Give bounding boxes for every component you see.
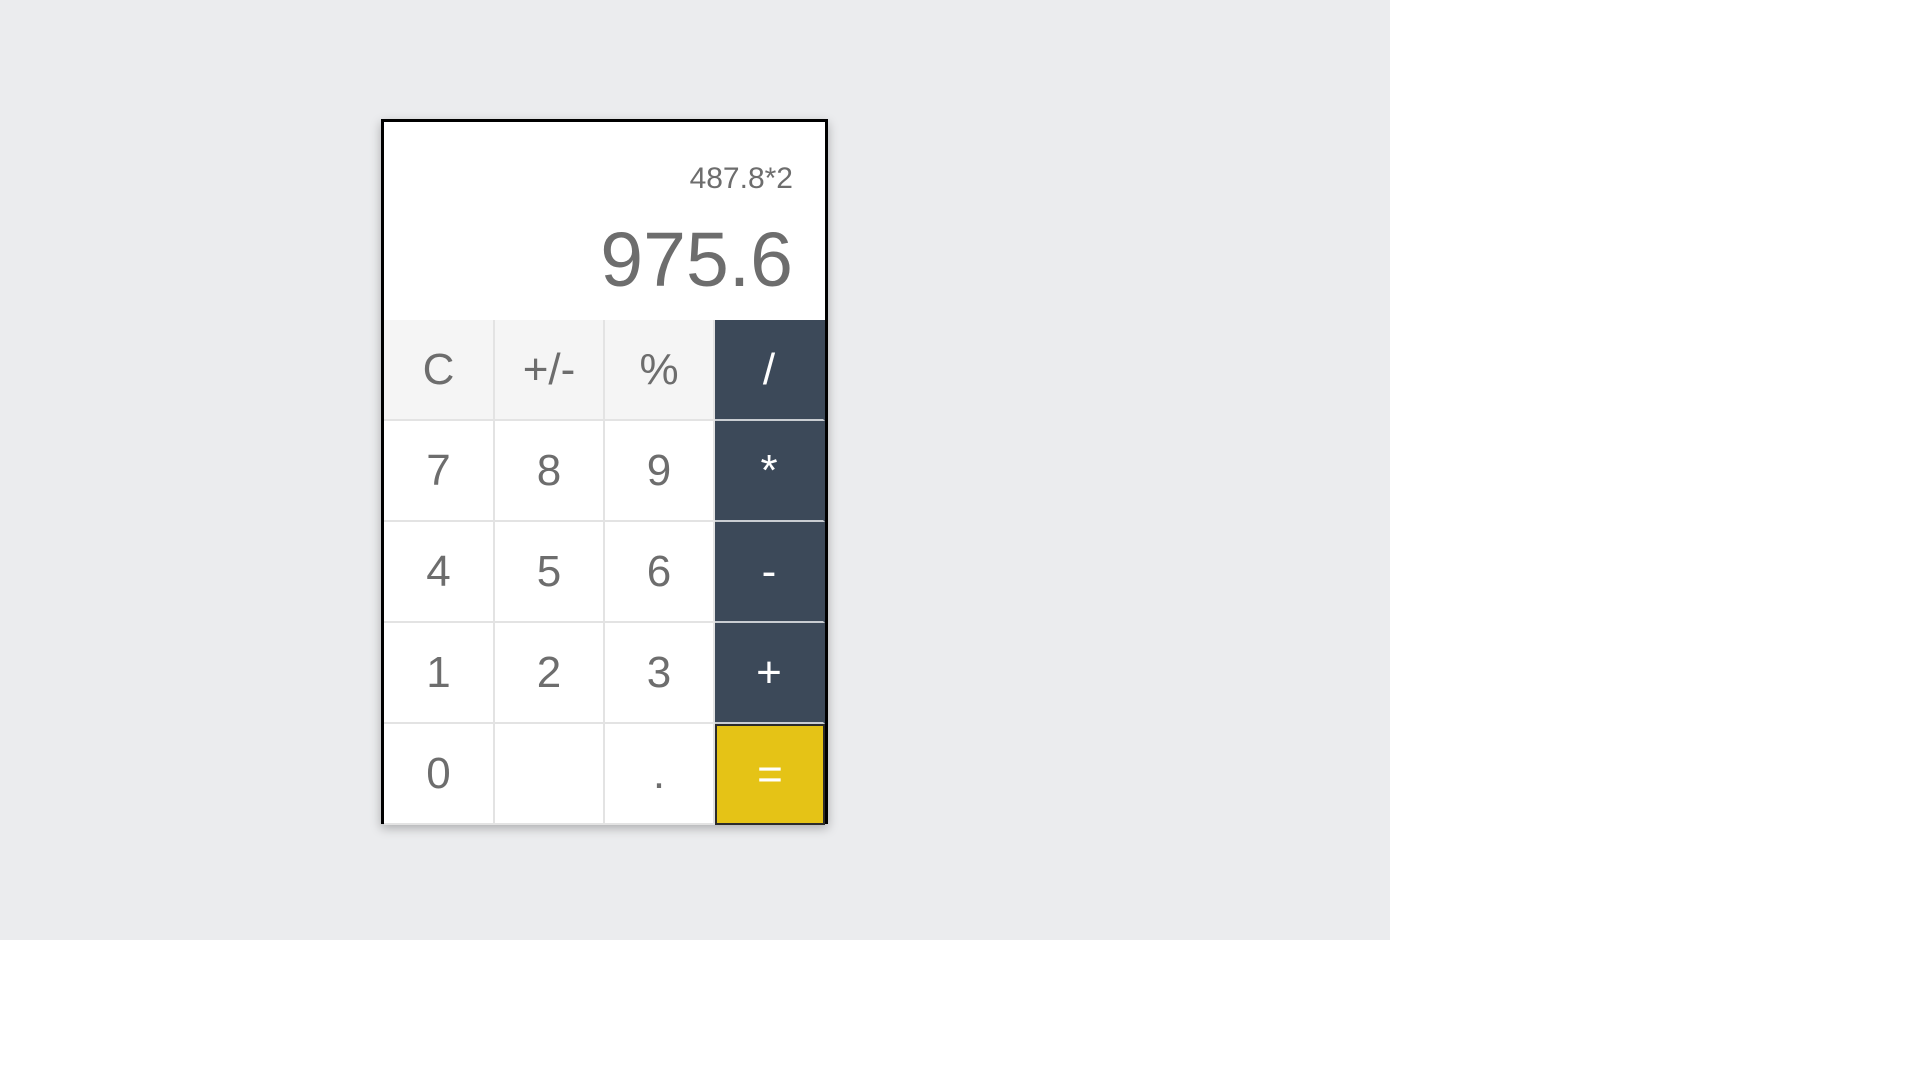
expression-display: 487.8*2 <box>689 162 793 195</box>
digit-9-button[interactable]: 9 <box>605 421 715 522</box>
calculator: 487.8*2 975.6 C +/- % / 7 8 9 * 4 5 6 - … <box>381 119 828 825</box>
calculator-display: 487.8*2 975.6 <box>384 122 825 320</box>
blank-key <box>495 724 605 825</box>
digit-5-button[interactable]: 5 <box>495 522 605 623</box>
multiply-button[interactable]: * <box>715 421 825 522</box>
divide-button[interactable]: / <box>715 320 825 421</box>
equals-button[interactable]: = <box>715 724 825 825</box>
digit-8-button[interactable]: 8 <box>495 421 605 522</box>
digit-6-button[interactable]: 6 <box>605 522 715 623</box>
percent-button[interactable]: % <box>605 320 715 421</box>
digit-4-button[interactable]: 4 <box>384 522 495 623</box>
decimal-button[interactable]: . <box>605 724 715 825</box>
result-display: 975.6 <box>600 217 793 303</box>
keypad: C +/- % / 7 8 9 * 4 5 6 - 1 2 3 + 0 . = <box>384 320 825 825</box>
subtract-button[interactable]: - <box>715 522 825 623</box>
digit-7-button[interactable]: 7 <box>384 421 495 522</box>
negate-button[interactable]: +/- <box>495 320 605 421</box>
digit-2-button[interactable]: 2 <box>495 623 605 724</box>
digit-0-button[interactable]: 0 <box>384 724 495 825</box>
digit-3-button[interactable]: 3 <box>605 623 715 724</box>
clear-button[interactable]: C <box>384 320 495 421</box>
add-button[interactable]: + <box>715 623 825 724</box>
digit-1-button[interactable]: 1 <box>384 623 495 724</box>
